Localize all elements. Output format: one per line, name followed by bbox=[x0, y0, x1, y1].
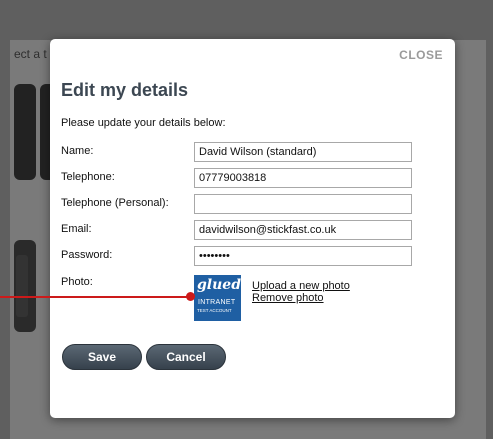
photo-label: Photo: bbox=[61, 276, 93, 288]
name-field[interactable] bbox=[194, 142, 412, 162]
telephone-label: Telephone: bbox=[61, 171, 115, 183]
close-button[interactable]: CLOSE bbox=[399, 48, 443, 62]
annotation-pointer-dot bbox=[186, 292, 195, 301]
photo-logo-text: glued. bbox=[197, 277, 241, 293]
background-tile bbox=[14, 84, 36, 180]
name-label: Name: bbox=[61, 145, 94, 157]
annotation-pointer-line bbox=[0, 296, 192, 298]
save-button[interactable]: Save bbox=[62, 344, 142, 370]
email-label: Email: bbox=[61, 223, 92, 235]
intro-text: Please update your details below: bbox=[61, 117, 226, 129]
telephone-row: Telephone: bbox=[61, 168, 421, 188]
telephone-personal-field[interactable] bbox=[194, 194, 412, 214]
telephone-field[interactable] bbox=[194, 168, 412, 188]
remove-photo-link[interactable]: Remove photo bbox=[252, 292, 324, 304]
photo-subtitle-small: TEST ACCOUNT bbox=[197, 308, 232, 313]
telephone-personal-row: Telephone (Personal): bbox=[61, 194, 421, 214]
background-text: ect a t bbox=[14, 47, 47, 61]
password-label: Password: bbox=[61, 249, 113, 261]
photo-subtitle: INTRANET bbox=[198, 299, 236, 306]
email-field[interactable] bbox=[194, 220, 412, 240]
password-field[interactable] bbox=[194, 246, 412, 266]
cancel-button[interactable]: Cancel bbox=[146, 344, 226, 370]
password-row: Password: bbox=[61, 246, 421, 266]
profile-photo: glued. INTRANET TEST ACCOUNT bbox=[194, 275, 241, 321]
telephone-personal-label: Telephone (Personal): bbox=[61, 197, 169, 209]
background-tile bbox=[16, 255, 28, 317]
modal-title: Edit my details bbox=[61, 80, 189, 100]
edit-details-modal: CLOSE Edit my details Please update your… bbox=[50, 39, 455, 418]
email-row: Email: bbox=[61, 220, 421, 240]
upload-photo-link[interactable]: Upload a new photo bbox=[252, 280, 350, 292]
name-row: Name: bbox=[61, 142, 421, 162]
